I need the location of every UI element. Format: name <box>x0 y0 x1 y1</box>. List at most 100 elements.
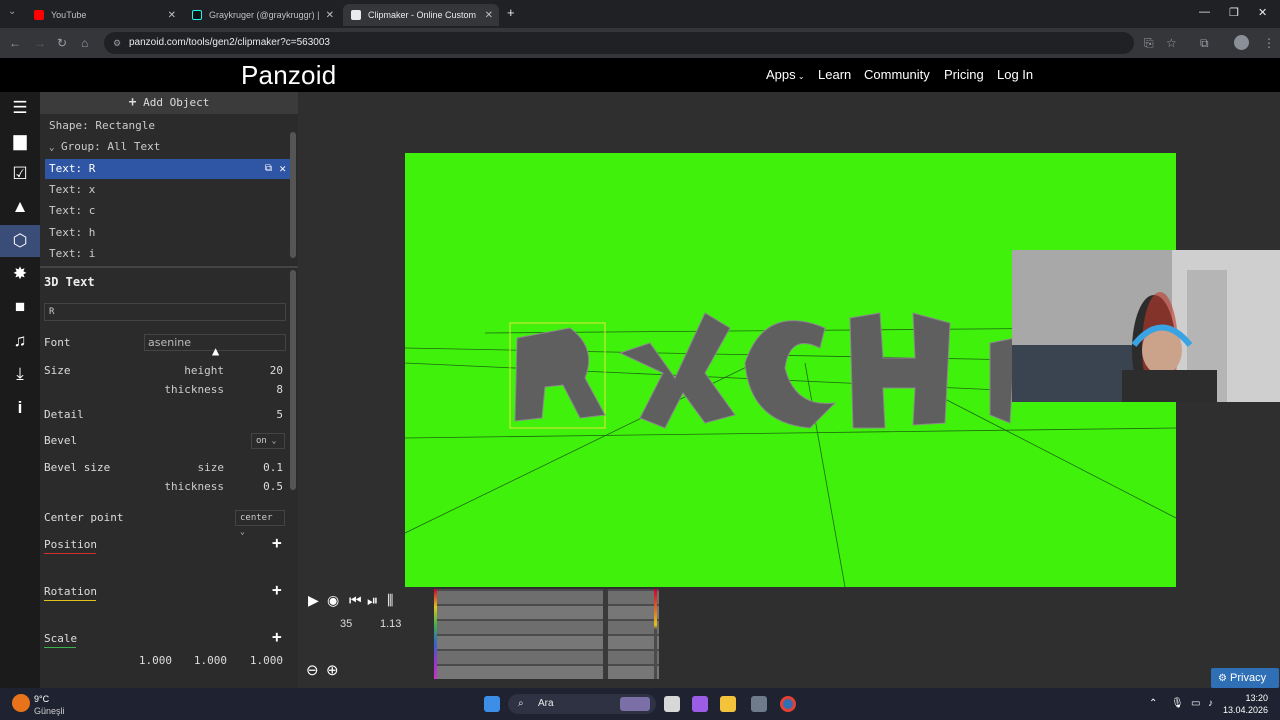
object-item[interactable]: Text: h <box>45 223 290 243</box>
bevel-size-value[interactable]: 0.1 <box>240 461 283 474</box>
app-icon[interactable] <box>751 696 767 712</box>
add-rotation-keyframe-button[interactable]: + <box>272 580 282 599</box>
volume-icon[interactable]: ♪ <box>1208 698 1213 709</box>
forward-icon[interactable]: → <box>34 36 46 50</box>
reload-icon[interactable]: ↻ <box>57 36 67 50</box>
track-row[interactable] <box>434 591 659 604</box>
copilot-icon[interactable] <box>692 696 708 712</box>
tab-clipmaker[interactable]: Clipmaker - Online Custom Intr ✕ <box>343 4 499 26</box>
track-row[interactable] <box>434 606 659 619</box>
weather-icon[interactable] <box>12 694 30 712</box>
center-point-label: Center point <box>44 511 124 524</box>
nav-apps[interactable]: Apps ⌄ <box>766 67 805 82</box>
nav-community[interactable]: Community <box>864 67 930 82</box>
center-point-select[interactable]: center ⌄ <box>235 510 285 536</box>
panzoid-logo[interactable]: Panzoid <box>241 60 336 91</box>
menu-icon[interactable]: ☰ <box>0 92 40 124</box>
checkbox-icon[interactable]: ☑ <box>0 158 40 190</box>
scale-z-value[interactable]: 1.000 <box>236 654 283 667</box>
close-window-icon[interactable]: ✕ <box>1258 6 1267 19</box>
thickness-value[interactable]: 8 <box>240 383 283 396</box>
url-field[interactable]: ⚙ panzoid.com/tools/gen2/clipmaker?c=563… <box>104 32 1134 54</box>
step-forward-icon[interactable]: ⏯ <box>367 592 378 609</box>
text-content-field[interactable]: R <box>44 303 286 321</box>
add-object-button[interactable]: + Add Object <box>40 92 298 114</box>
taskbar-search[interactable]: ⌕ Ara <box>508 694 656 714</box>
skip-back-icon[interactable]: ⏮ <box>349 592 362 609</box>
delete-icon[interactable]: ✕ <box>279 159 286 179</box>
camera-icon[interactable]: ■ <box>0 291 40 323</box>
object-item[interactable]: Shape: Rectangle <box>45 116 290 136</box>
network-icon[interactable]: ▭ <box>1191 698 1200 709</box>
properties-scrollbar[interactable] <box>290 270 296 490</box>
tray-chevron-icon[interactable]: ⌃ <box>1149 698 1157 709</box>
scale-y-value[interactable]: 1.000 <box>181 654 227 667</box>
object-item[interactable]: Text: c <box>45 201 290 221</box>
3d-cube-icon[interactable]: ⬡ <box>0 225 40 257</box>
clock-date[interactable]: 13.04.2026 <box>1220 705 1268 715</box>
play-icon[interactable]: ▶ <box>308 592 319 609</box>
image-icon[interactable]: ▲ <box>0 191 40 223</box>
tab-youtube[interactable]: YouTube ✕ <box>26 4 182 26</box>
burst-icon[interactable]: ✸ <box>0 258 40 290</box>
properties-panel: + Add Object Shape: Rectangle ⌄ Group: A… <box>40 92 298 688</box>
back-icon[interactable]: ← <box>9 36 21 50</box>
install-icon[interactable]: ⎘ <box>1144 36 1154 51</box>
duplicate-icon[interactable]: ⧉ <box>265 159 272 179</box>
info-icon[interactable]: i <box>0 392 40 424</box>
track-row[interactable] <box>434 666 659 679</box>
close-tab-icon[interactable]: ✕ <box>168 10 176 21</box>
chevron-down-icon[interactable]: ⌄ <box>49 143 54 153</box>
track-row[interactable] <box>434 621 659 634</box>
download-icon[interactable]: ⤓ <box>0 358 40 390</box>
object-list-scrollbar[interactable] <box>290 132 296 258</box>
minimize-icon[interactable]: — <box>1199 6 1210 18</box>
music-icon[interactable]: ♫ <box>0 325 40 357</box>
detail-value[interactable]: 5 <box>240 408 283 421</box>
restore-icon[interactable]: ❐ <box>1229 6 1239 19</box>
scale-section[interactable]: Scale <box>44 632 77 648</box>
object-item[interactable]: Text: i <box>45 244 290 264</box>
playhead-marker[interactable] <box>654 589 657 679</box>
add-position-keyframe-button[interactable]: + <box>272 533 282 552</box>
bevel-select[interactable]: on ⌄ <box>251 433 285 449</box>
microphone-icon[interactable]: 🎙 <box>1171 698 1184 709</box>
track-row[interactable] <box>434 651 659 664</box>
home-icon[interactable]: ⌂ <box>81 36 88 50</box>
add-scale-keyframe-button[interactable]: + <box>272 627 282 646</box>
nav-learn[interactable]: Learn <box>818 67 851 82</box>
nav-pricing[interactable]: Pricing <box>944 67 984 82</box>
height-value[interactable]: 20 <box>240 364 283 377</box>
waveform-icon[interactable]: ⫼ <box>387 592 393 609</box>
object-item[interactable]: ⌄ Group: All Text <box>45 137 290 157</box>
privacy-button[interactable]: ⚙ Privacy <box>1211 668 1279 688</box>
profile-avatar[interactable] <box>1234 35 1249 50</box>
scale-x-value[interactable]: 1.000 <box>126 654 172 667</box>
object-item[interactable]: Text: x <box>45 180 290 200</box>
chrome-taskbar-icon[interactable] <box>780 696 796 712</box>
clock-time[interactable]: 13:20 <box>1220 693 1268 703</box>
windows-start-icon[interactable] <box>484 696 500 712</box>
nav-login[interactable]: Log In <box>997 67 1033 82</box>
close-tab-icon[interactable]: ✕ <box>485 10 493 21</box>
folder-icon[interactable]: ▆ <box>0 125 40 157</box>
track-row[interactable] <box>434 636 659 649</box>
eye-icon[interactable]: ◉ <box>327 592 339 609</box>
tab-tiktok[interactable]: Graykruger (@graykruggr) | Tik ✕ <box>184 4 340 26</box>
timeline-tracks[interactable] <box>434 589 659 679</box>
tab-search-icon[interactable]: ⌄ <box>8 6 16 17</box>
bevel-thickness-value[interactable]: 0.5 <box>240 480 283 493</box>
task-view-icon[interactable] <box>664 696 680 712</box>
chrome-menu-icon[interactable]: ⋮ <box>1263 36 1275 50</box>
new-tab-button[interactable]: + <box>507 5 515 20</box>
bookmark-star-icon[interactable]: ☆ <box>1166 36 1177 50</box>
rotation-section[interactable]: Rotation <box>44 585 97 601</box>
file-explorer-icon[interactable] <box>720 696 736 712</box>
site-info-icon[interactable]: ⚙ <box>113 32 121 54</box>
position-section[interactable]: Position <box>44 538 97 554</box>
close-tab-icon[interactable]: ✕ <box>326 10 334 21</box>
zoom-in-icon[interactable]: ⊕ <box>326 661 339 679</box>
object-item-selected[interactable]: Text: R ⧉ ✕ <box>45 159 290 179</box>
zoom-out-icon[interactable]: ⊖ <box>306 661 319 679</box>
extensions-icon[interactable]: ⧉ <box>1200 36 1209 51</box>
